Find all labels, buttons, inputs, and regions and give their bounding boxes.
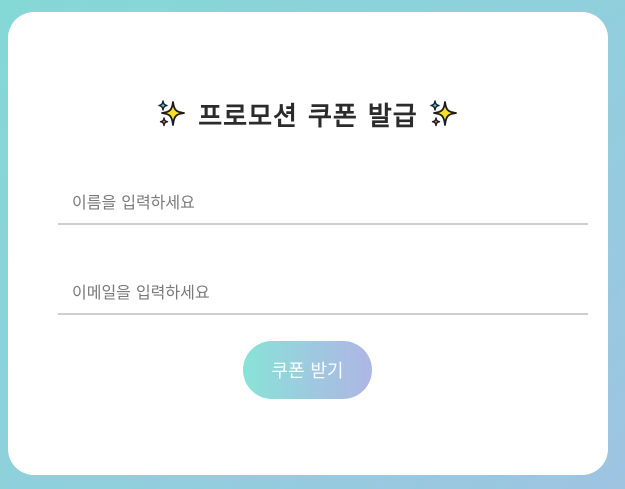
- email-input[interactable]: [58, 271, 588, 315]
- form-header: 프로모션 쿠폰 발급: [8, 94, 608, 134]
- name-input[interactable]: [58, 181, 588, 225]
- coupon-form-card: 프로모션 쿠폰 발급 쿠폰 받기: [8, 12, 608, 475]
- sparkles-icon: [156, 98, 188, 130]
- get-coupon-button[interactable]: 쿠폰 받기: [243, 341, 372, 399]
- page-title: 프로모션 쿠폰 발급: [198, 101, 418, 132]
- sparkles-icon: [428, 98, 460, 130]
